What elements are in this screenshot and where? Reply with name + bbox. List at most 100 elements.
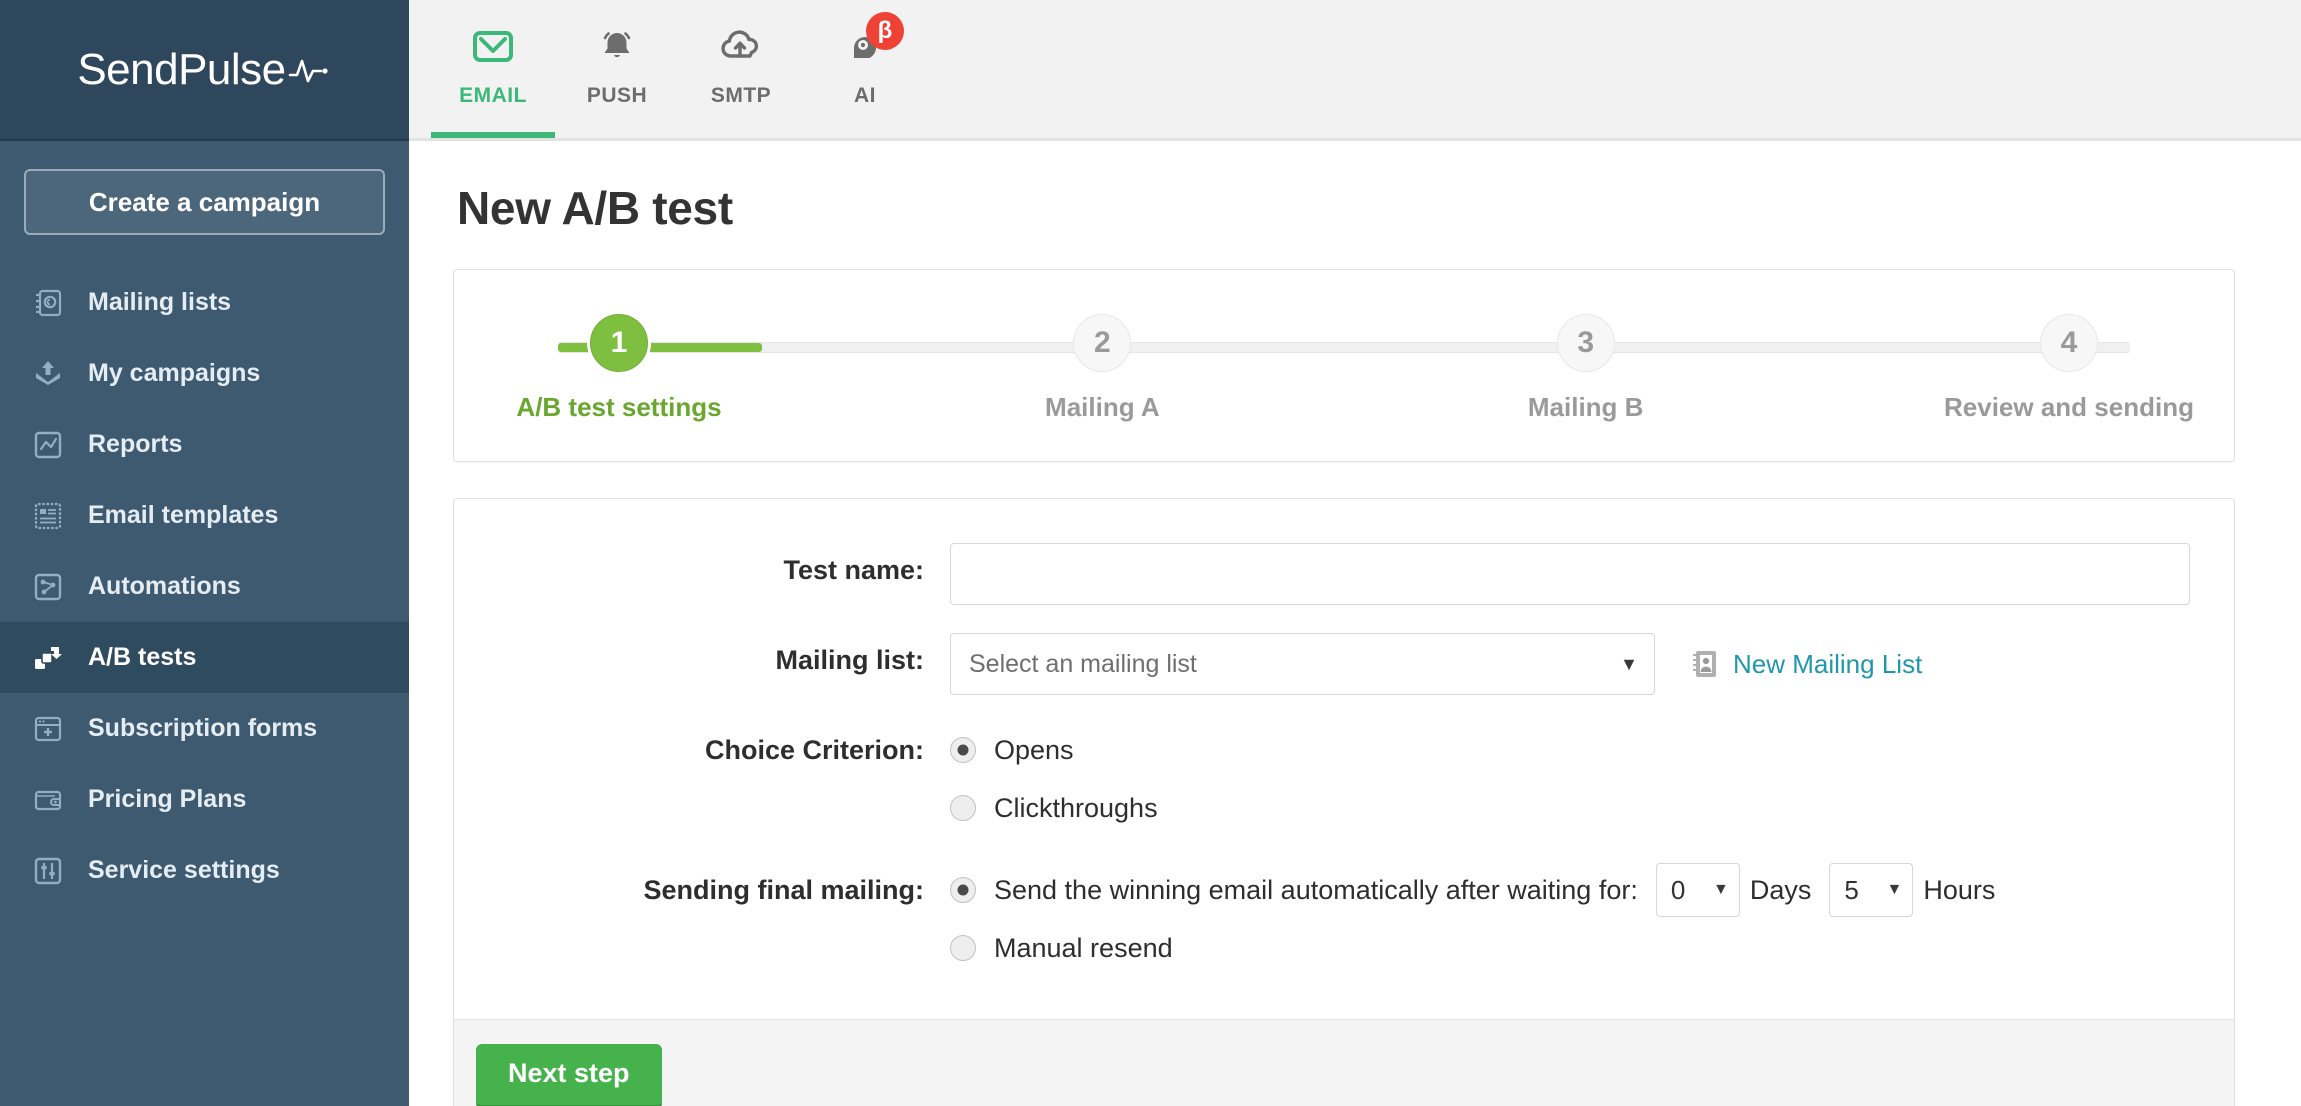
tab-label: AI bbox=[854, 84, 876, 107]
tab-email[interactable]: EMAIL bbox=[431, 0, 555, 138]
row-mailing-list: Mailing list: Select an mailing list ▼ N… bbox=[454, 633, 2234, 695]
sidebar-item-label: A/B tests bbox=[88, 643, 197, 671]
radio-option-opens[interactable]: Opens bbox=[950, 723, 2234, 777]
form-window-icon bbox=[28, 711, 68, 747]
sidebar-item-label: Automations bbox=[88, 572, 241, 600]
sidebar-item-label: Email templates bbox=[88, 501, 279, 529]
pulse-icon bbox=[288, 55, 332, 85]
step-3[interactable]: 3 Mailing B bbox=[1471, 314, 1701, 423]
step-2[interactable]: 2 Mailing A bbox=[987, 314, 1217, 423]
tab-label: PUSH bbox=[586, 84, 648, 107]
step-number: 2 bbox=[1073, 314, 1132, 372]
auto-send-label: Send the winning email automatically aft… bbox=[994, 874, 1638, 905]
chart-square-icon bbox=[28, 427, 68, 463]
stepper-panel: 1 A/B test settings 2 Mailing A 3 Mailin… bbox=[453, 269, 2235, 462]
upload-tray-icon bbox=[28, 356, 68, 392]
radio-indicator[interactable] bbox=[950, 877, 976, 903]
tab-push[interactable]: PUSH bbox=[555, 0, 679, 138]
test-name-field-wrap bbox=[950, 543, 2234, 605]
radio-option-auto-send[interactable]: Send the winning email automatically aft… bbox=[950, 863, 2234, 917]
form-footer: Next step bbox=[454, 1019, 2234, 1106]
radio-indicator[interactable] bbox=[950, 795, 976, 821]
tab-smtp[interactable]: SMTP bbox=[679, 0, 803, 138]
new-mailing-list-label: New Mailing List bbox=[1733, 648, 1923, 679]
radio-label: Opens bbox=[994, 734, 1074, 765]
mailing-list-row: Select an mailing list ▼ New Mailing Lis… bbox=[950, 633, 2234, 695]
envelope-icon bbox=[470, 18, 516, 74]
stepper: 1 A/B test settings 2 Mailing A 3 Mailin… bbox=[504, 314, 2194, 423]
sliders-icon bbox=[28, 853, 68, 889]
step-label: Mailing B bbox=[1527, 392, 1644, 422]
radio-option-manual-resend[interactable]: Manual resend bbox=[950, 921, 2234, 975]
tab-ai[interactable]: β AI bbox=[803, 0, 927, 138]
hours-select[interactable]: 5 ▼ bbox=[1829, 863, 1914, 917]
mailing-list-label: Mailing list: bbox=[775, 645, 925, 675]
page-content: New A/B test 1 A/B test settings 2 Maili… bbox=[409, 141, 2301, 1106]
choice-criterion-label: Choice Criterion: bbox=[704, 735, 924, 765]
contact-card-icon bbox=[1689, 648, 1719, 680]
sidebar-item-label: Mailing lists bbox=[88, 288, 232, 316]
brand-name: SendPulse bbox=[77, 44, 286, 94]
sidebar-item-label: Reports bbox=[88, 430, 183, 458]
test-name-label: Test name: bbox=[783, 555, 924, 585]
template-icon bbox=[28, 498, 68, 534]
test-name-input[interactable] bbox=[950, 543, 2190, 605]
days-select[interactable]: 0 ▼ bbox=[1655, 863, 1740, 917]
sidebar-item-mailing-lists[interactable]: Mailing lists bbox=[0, 267, 409, 338]
chevron-down-icon: ▼ bbox=[1886, 881, 1903, 898]
ab-test-settings-form: Test name: Mailing list: Select an maili… bbox=[453, 498, 2235, 1106]
ab-split-icon bbox=[28, 640, 68, 676]
page-title: New A/B test bbox=[457, 182, 733, 234]
step-number: 3 bbox=[1556, 314, 1615, 372]
wallet-icon bbox=[28, 782, 68, 818]
step-number: 4 bbox=[2039, 314, 2098, 372]
sidebar-item-ab-tests[interactable]: A/B tests bbox=[0, 622, 409, 693]
days-value: 0 bbox=[1670, 874, 1686, 905]
sidebar-item-label: Service settings bbox=[88, 856, 280, 884]
step-4[interactable]: 4 Review and sending bbox=[1944, 314, 2194, 423]
radio-label: Clickthroughs bbox=[994, 792, 1158, 823]
create-campaign-wrap: Create a campaign bbox=[0, 141, 409, 235]
sidebar-item-pricing-plans[interactable]: Pricing Plans bbox=[0, 764, 409, 835]
sidebar-nav: Mailing lists My campaigns Reports Email… bbox=[0, 267, 409, 906]
sidebar-item-service-settings[interactable]: Service settings bbox=[0, 835, 409, 906]
step-1[interactable]: 1 A/B test settings bbox=[504, 314, 734, 423]
radio-option-clickthroughs[interactable]: Clickthroughs bbox=[950, 781, 2234, 835]
sidebar-item-automations[interactable]: Automations bbox=[0, 551, 409, 622]
step-label: A/B test settings bbox=[516, 392, 722, 422]
days-unit-label: Days bbox=[1749, 874, 1812, 905]
radio-indicator[interactable] bbox=[950, 737, 976, 763]
sidebar-item-reports[interactable]: Reports bbox=[0, 409, 409, 480]
step-label: Mailing A bbox=[1045, 392, 1160, 422]
create-campaign-button[interactable]: Create a campaign bbox=[24, 169, 385, 235]
mailing-list-field-wrap: Select an mailing list ▼ New Mailing Lis… bbox=[950, 633, 2234, 695]
mailing-list-select[interactable]: Select an mailing list ▼ bbox=[950, 633, 1655, 695]
chevron-down-icon: ▼ bbox=[1713, 881, 1729, 898]
stepper-track bbox=[558, 342, 2130, 353]
chevron-down-icon: ▼ bbox=[1620, 654, 1638, 674]
sidebar-item-label: My campaigns bbox=[88, 359, 261, 387]
sidebar-item-email-templates[interactable]: Email templates bbox=[0, 480, 409, 551]
app-root: SendPulse Create a campaign Mailing list… bbox=[0, 0, 2301, 1106]
hours-unit-label: Hours bbox=[1923, 874, 1996, 905]
row-test-name: Test name: bbox=[454, 543, 2234, 605]
address-book-icon bbox=[28, 285, 68, 321]
sidebar-item-my-campaigns[interactable]: My campaigns bbox=[0, 338, 409, 409]
mailing-list-selected-value: Select an mailing list bbox=[969, 649, 1197, 678]
radio-indicator[interactable] bbox=[950, 935, 976, 961]
ai-head-icon: β bbox=[842, 12, 904, 74]
row-choice-criterion: Choice Criterion: Opens Clickthroughs bbox=[454, 723, 2234, 835]
manual-resend-label: Manual resend bbox=[994, 932, 1173, 963]
brand-logo-text: SendPulse bbox=[77, 45, 331, 95]
sending-final-mailing-options: Send the winning email automatically aft… bbox=[950, 863, 2234, 975]
cloud-upload-icon bbox=[716, 18, 766, 74]
sending-final-mailing-label: Sending final mailing: bbox=[643, 875, 924, 905]
brand-logo[interactable]: SendPulse bbox=[0, 0, 409, 141]
next-step-button[interactable]: Next step bbox=[476, 1044, 662, 1106]
new-mailing-list-link[interactable]: New Mailing List bbox=[1689, 648, 1922, 680]
step-number: 1 bbox=[590, 314, 648, 372]
sidebar-item-label: Pricing Plans bbox=[88, 785, 247, 813]
choice-criterion-options: Opens Clickthroughs bbox=[950, 723, 2234, 835]
sidebar-item-subscription-forms[interactable]: Subscription forms bbox=[0, 693, 409, 764]
flow-nodes-icon bbox=[28, 569, 68, 605]
